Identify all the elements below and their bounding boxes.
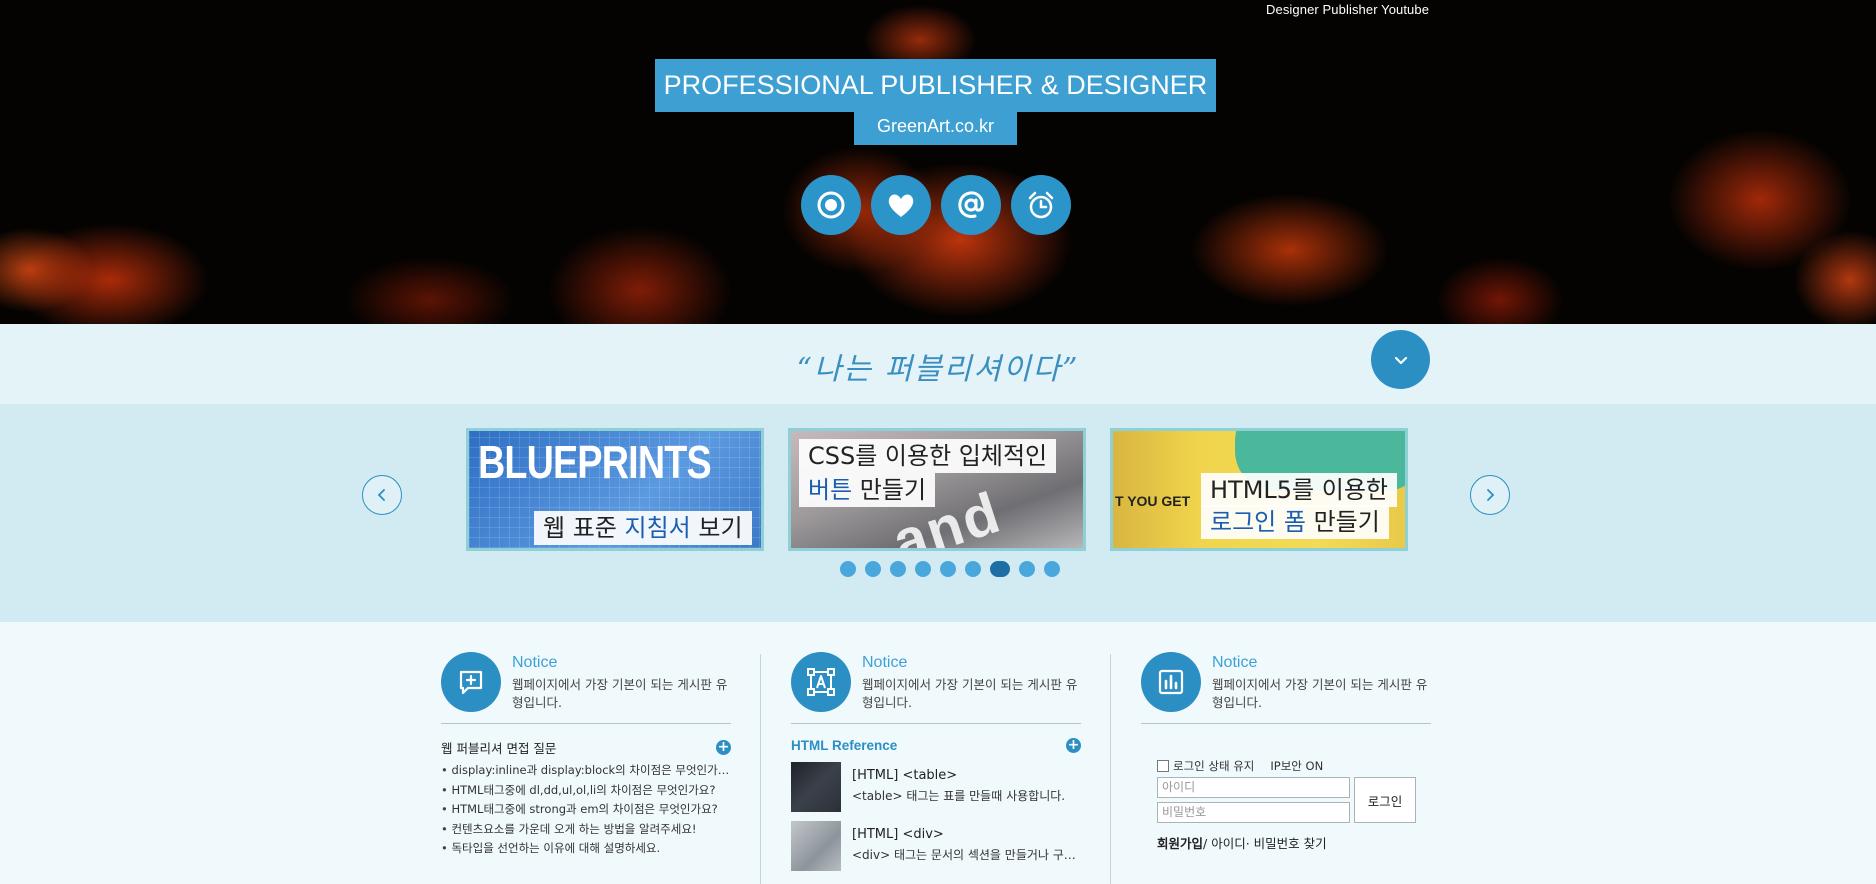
pagination-dot[interactable]	[1019, 561, 1035, 577]
chevron-down-icon	[1394, 356, 1407, 364]
next-slide-button[interactable]	[1470, 475, 1510, 515]
notice-title[interactable]: Notice	[862, 654, 1082, 672]
chevron-right-icon	[1487, 489, 1495, 501]
bar-chart-icon	[1141, 652, 1201, 712]
slide-caption-line1: HTML5를 이용한	[1201, 473, 1398, 507]
notice-header: Notice 웹페이지에서 가장 기본이 되는 게시판 유형입니다.	[441, 652, 731, 724]
list-header: HTML Reference +	[791, 738, 1081, 753]
pagination-dot[interactable]	[1044, 561, 1060, 577]
notice-description: 웹페이지에서 가장 기본이 되는 게시판 유형입니다.	[512, 677, 728, 710]
column-divider	[1110, 654, 1111, 884]
notice-title[interactable]: Notice	[512, 654, 732, 672]
login-form: 로그인 상태 유지 IP보안 ON 아이디 비밀번호 로그인 회원가입/ 아이디…	[1141, 758, 1431, 852]
slide-caption-line1: CSS를 이용한 입체적인	[799, 439, 1057, 473]
notice-column-1: Notice 웹페이지에서 가장 기본이 되는 게시판 유형입니다. 웹 퍼블리…	[441, 652, 731, 859]
text-box-icon	[791, 652, 851, 712]
pagination-dot[interactable]	[990, 561, 1010, 577]
slide-css-button[interactable]: and inte CSS를 이용한 입체적인 버튼 만들기	[788, 428, 1086, 551]
find-account-link[interactable]: / 아이디· 비밀번호 찾기	[1203, 836, 1327, 851]
chat-plus-icon	[441, 652, 501, 712]
reference-item[interactable]: [HTML] <div> <div> 태그는 문서의 섹션을 만들거나 구분할때…	[791, 821, 1081, 871]
content-section: Notice 웹페이지에서 가장 기본이 되는 게시판 유형입니다. 웹 퍼블리…	[0, 622, 1876, 884]
slide-small-text: T YOU GET	[1115, 493, 1191, 509]
notice-title[interactable]: Notice	[1212, 654, 1432, 672]
hero-banner: Designer Publisher Youtube PROFESSIONAL …	[0, 0, 1876, 324]
hero-subtitle: GreenArt.co.kr	[854, 108, 1017, 145]
notice-header: Notice 웹페이지에서 가장 기본이 되는 게시판 유형입니다.	[791, 652, 1081, 724]
list-header: 웹 퍼블리셔 면접 질문 +	[441, 738, 731, 757]
password-field[interactable]: 비밀번호	[1157, 802, 1350, 823]
notice-column-2: Notice 웹페이지에서 가장 기본이 되는 게시판 유형입니다. HTML …	[791, 652, 1081, 871]
pagination-dot[interactable]	[890, 561, 906, 577]
list-title[interactable]: 웹 퍼블리셔 면접 질문	[441, 738, 556, 757]
reference-description: <table> 태그는 표를 만들때 사용합니다.	[852, 789, 1066, 803]
slide-blueprints[interactable]: BLUEPRINTS 웹 표준 지침서 보기	[466, 428, 764, 551]
notice-description: 웹페이지에서 가장 기본이 되는 게시판 유형입니다.	[1212, 677, 1428, 710]
slide-caption-line2: 버튼 만들기	[799, 473, 936, 507]
reference-item[interactable]: [HTML] <table> <table> 태그는 표를 만들때 사용합니다.	[791, 762, 1081, 812]
scroll-down-button[interactable]	[1371, 330, 1430, 389]
question-list: display:inline과 display:block의 차이점은 무엇인가…	[441, 761, 731, 859]
notice-description: 웹페이지에서 가장 기본이 되는 게시판 유형입니다.	[862, 677, 1078, 710]
more-button[interactable]: +	[716, 740, 731, 755]
pagination-dot[interactable]	[940, 561, 956, 577]
slide-caption: 웹 표준 지침서 보기	[534, 511, 752, 545]
slide-carousel: BLUEPRINTS 웹 표준 지침서 보기 and inte CSS를 이용한…	[0, 404, 1876, 622]
slide-html5-login[interactable]: T YOU GET HTML5를 이용한 로그인 폼 만들기	[1110, 428, 1408, 551]
list-item[interactable]: HTML태그중에 dl,dd,ul,ol,li의 차이점은 무엇인가요?	[441, 781, 731, 801]
reference-name: [HTML] <table>	[852, 768, 958, 783]
prev-slide-button[interactable]	[362, 475, 402, 515]
alarm-clock-icon[interactable]	[1011, 175, 1071, 235]
signup-link[interactable]: 회원가입	[1157, 836, 1203, 851]
pagination-dot[interactable]	[965, 561, 981, 577]
top-nav-link[interactable]: Designer Publisher Youtube	[1266, 2, 1429, 17]
list-item[interactable]: 컨텐츠요소를 가운데 오게 하는 방법을 알려주세요!	[441, 820, 731, 840]
id-field[interactable]: 아이디	[1157, 777, 1350, 798]
notice-header: Notice 웹페이지에서 가장 기본이 되는 게시판 유형입니다.	[1141, 652, 1431, 724]
list-item[interactable]: HTML태그중에 strong과 em의 차이점은 무엇인가요?	[441, 800, 731, 820]
list-item[interactable]: 독타입을 선언하는 이유에 대해 설명하세요.	[441, 839, 731, 859]
keep-login-label: 로그인 상태 유지	[1173, 759, 1255, 773]
slide-caption-line2: 로그인 폼 만들기	[1201, 505, 1389, 539]
list-item[interactable]: display:inline과 display:block의 차이점은 무엇인가…	[441, 761, 731, 781]
reference-thumbnail	[791, 762, 841, 812]
heart-icon[interactable]	[871, 175, 931, 235]
target-icon[interactable]	[801, 175, 861, 235]
chevron-left-icon	[377, 489, 385, 501]
more-button[interactable]: +	[1066, 738, 1081, 753]
login-button[interactable]: 로그인	[1354, 777, 1416, 823]
slogan-text: “나는 퍼블리셔이다”	[796, 352, 1080, 387]
ip-security-label[interactable]: IP보안 ON	[1270, 758, 1323, 774]
hero-icon-group	[801, 175, 1071, 235]
pagination-dot[interactable]	[915, 561, 931, 577]
reference-thumbnail	[791, 821, 841, 871]
slide-big-word: BLUEPRINTS	[478, 436, 712, 488]
pagination-dot[interactable]	[840, 561, 856, 577]
slogan-bar: “나는 퍼블리셔이다”	[0, 324, 1876, 404]
notice-column-3: Notice 웹페이지에서 가장 기본이 되는 게시판 유형입니다. 로그인 상…	[1141, 652, 1431, 852]
at-icon[interactable]	[941, 175, 1001, 235]
pagination-dot[interactable]	[865, 561, 881, 577]
reference-name: [HTML] <div>	[852, 827, 944, 842]
keep-login-checkbox[interactable]	[1157, 760, 1169, 772]
slide-pagination	[840, 561, 1060, 577]
hero-title: PROFESSIONAL PUBLISHER & DESIGNER	[655, 59, 1216, 112]
reference-description: <div> 태그는 문서의 섹션을 만들거나 구분할때 사용합니다.	[852, 848, 1081, 862]
reference-title[interactable]: HTML Reference	[791, 738, 897, 753]
column-divider	[760, 654, 761, 884]
